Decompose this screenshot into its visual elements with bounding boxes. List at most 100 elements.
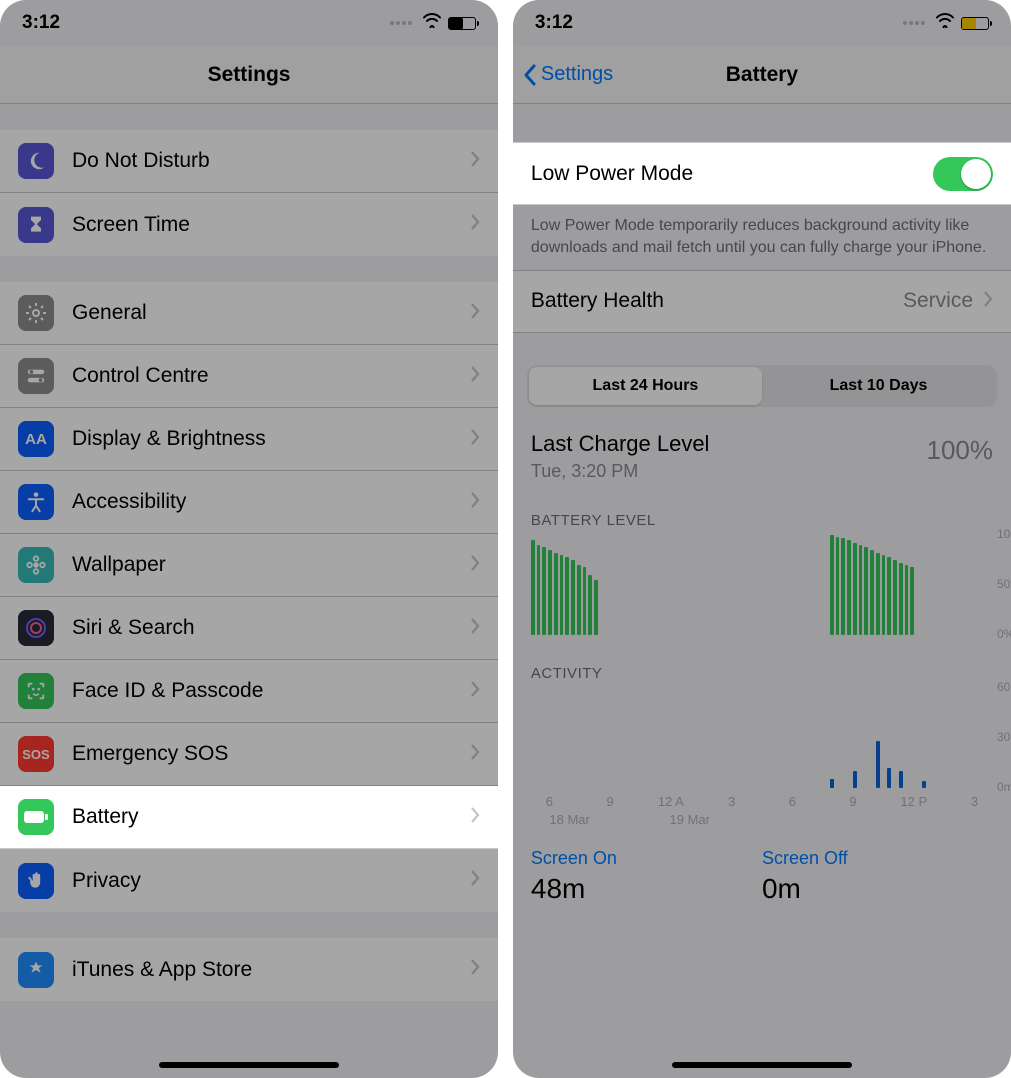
flower-icon (18, 547, 54, 583)
hourglass-icon (18, 207, 54, 243)
battery-health-row[interactable]: Battery Health Service (513, 270, 1011, 333)
switches-icon (18, 358, 54, 394)
battery-level-chart: 100%50%0% (531, 535, 993, 635)
row-label: Privacy (72, 869, 470, 893)
sos-icon: SOS (18, 736, 54, 772)
chevron-right-icon (470, 743, 480, 766)
settings-row-emergency-sos[interactable]: SOS Emergency SOS (0, 723, 498, 786)
battery-level-section-label: BATTERY LEVEL (513, 482, 1011, 535)
back-button[interactable]: Settings (523, 63, 613, 86)
row-label: Siri & Search (72, 616, 470, 640)
row-label: General (72, 301, 470, 325)
last-charge-percent: 100% (927, 435, 994, 466)
settings-row-wallpaper[interactable]: Wallpaper (0, 534, 498, 597)
row-label: iTunes & App Store (72, 958, 470, 982)
hand-icon (18, 863, 54, 899)
screen-on-value: 48m (531, 873, 762, 905)
settings-screen: 3:12 Settings Do Not DisturbScreen Time … (0, 0, 498, 1078)
row-label: Wallpaper (72, 553, 470, 577)
nav-header: Settings Battery (513, 46, 1011, 104)
settings-group-2: General Control Centre AA Display & Brightn… (0, 282, 498, 912)
low-power-mode-row[interactable]: Low Power Mode (513, 142, 1011, 205)
wifi-icon (935, 12, 955, 34)
chevron-right-icon (470, 213, 480, 236)
chevron-right-icon (470, 491, 480, 514)
home-indicator[interactable] (159, 1062, 339, 1068)
battery-status-low-power-icon (961, 17, 989, 30)
settings-row-privacy[interactable]: Privacy (0, 849, 498, 912)
settings-row-itunes-app-store[interactable]: iTunes & App Store (0, 938, 498, 1001)
settings-group-3: iTunes & App Store (0, 938, 498, 1001)
face-icon (18, 673, 54, 709)
chevron-right-icon (470, 617, 480, 640)
page-title: Settings (208, 63, 291, 87)
low-power-mode-label: Low Power Mode (531, 162, 933, 186)
settings-row-face-id-passcode[interactable]: Face ID & Passcode (0, 660, 498, 723)
status-time: 3:12 (535, 12, 573, 34)
aa-icon: AA (18, 421, 54, 457)
battery-health-label: Battery Health (531, 289, 903, 313)
screen-time-split: Screen On 48m Screen Off 0m (513, 830, 1011, 905)
screen-off-label: Screen Off (762, 848, 993, 869)
battery-status-icon (448, 17, 476, 30)
status-time: 3:12 (22, 12, 60, 34)
x-axis-ticks: 6912 A36912 P318 Mar19 Mar (531, 794, 993, 830)
row-label: Control Centre (72, 364, 470, 388)
activity-chart: 60m30m0m (531, 688, 993, 788)
wifi-icon (422, 12, 442, 34)
battery-health-value: Service (903, 289, 973, 313)
row-label: Battery (72, 805, 470, 829)
chevron-right-icon (470, 554, 480, 577)
status-bar: 3:12 (513, 0, 1011, 46)
nav-header: Settings (0, 46, 498, 104)
moon-icon (18, 143, 54, 179)
screen-on-label: Screen On (531, 848, 762, 869)
settings-group-1: Do Not Disturb Screen Time (0, 130, 498, 256)
low-power-mode-description: Low Power Mode temporarily reduces backg… (513, 205, 1011, 270)
row-label: Emergency SOS (72, 742, 470, 766)
cellular-dots-icon (390, 21, 412, 25)
last-charge-block: Last Charge Level Tue, 3:20 PM 100% (513, 425, 1011, 482)
chevron-right-icon (983, 290, 993, 313)
row-label: Do Not Disturb (72, 149, 470, 173)
body-icon (18, 484, 54, 520)
settings-row-display-brightness[interactable]: AA Display & Brightness (0, 408, 498, 471)
row-label: Screen Time (72, 213, 470, 237)
siri-icon (18, 610, 54, 646)
cellular-dots-icon (903, 21, 925, 25)
y-axis-ticks: 100%50%0% (997, 527, 1011, 641)
settings-row-screen-time[interactable]: Screen Time (0, 193, 498, 256)
segment-last-24-hours[interactable]: Last 24 Hours (529, 367, 762, 405)
row-label: Face ID & Passcode (72, 679, 470, 703)
settings-row-battery[interactable]: Battery (0, 786, 498, 849)
chevron-right-icon (470, 428, 480, 451)
home-indicator[interactable] (672, 1062, 852, 1068)
last-charge-label: Last Charge Level (531, 431, 710, 457)
y-axis-ticks: 60m30m0m (997, 680, 1011, 794)
back-label: Settings (541, 63, 613, 86)
row-label: Accessibility (72, 490, 470, 514)
gear-icon (18, 295, 54, 331)
chevron-right-icon (470, 150, 480, 173)
settings-row-general[interactable]: General (0, 282, 498, 345)
appstore-icon (18, 952, 54, 988)
status-bar: 3:12 (0, 0, 498, 46)
chevron-right-icon (470, 958, 480, 981)
activity-section-label: ACTIVITY (513, 635, 1011, 688)
battery-screen: 3:12 Settings Battery Low Power Mode Low… (513, 0, 1011, 1078)
time-range-segmented[interactable]: Last 24 Hours Last 10 Days (527, 365, 997, 407)
last-charge-sub: Tue, 3:20 PM (531, 461, 710, 482)
settings-row-accessibility[interactable]: Accessibility (0, 471, 498, 534)
low-power-mode-toggle[interactable] (933, 157, 993, 191)
row-label: Display & Brightness (72, 427, 470, 451)
settings-row-siri-search[interactable]: Siri & Search (0, 597, 498, 660)
chevron-right-icon (470, 806, 480, 829)
screen-off-value: 0m (762, 873, 993, 905)
segment-last-10-days[interactable]: Last 10 Days (762, 367, 995, 405)
chevron-right-icon (470, 302, 480, 325)
settings-row-do-not-disturb[interactable]: Do Not Disturb (0, 130, 498, 193)
chevron-right-icon (470, 680, 480, 703)
settings-row-control-centre[interactable]: Control Centre (0, 345, 498, 408)
chevron-right-icon (470, 869, 480, 892)
chevron-right-icon (470, 365, 480, 388)
